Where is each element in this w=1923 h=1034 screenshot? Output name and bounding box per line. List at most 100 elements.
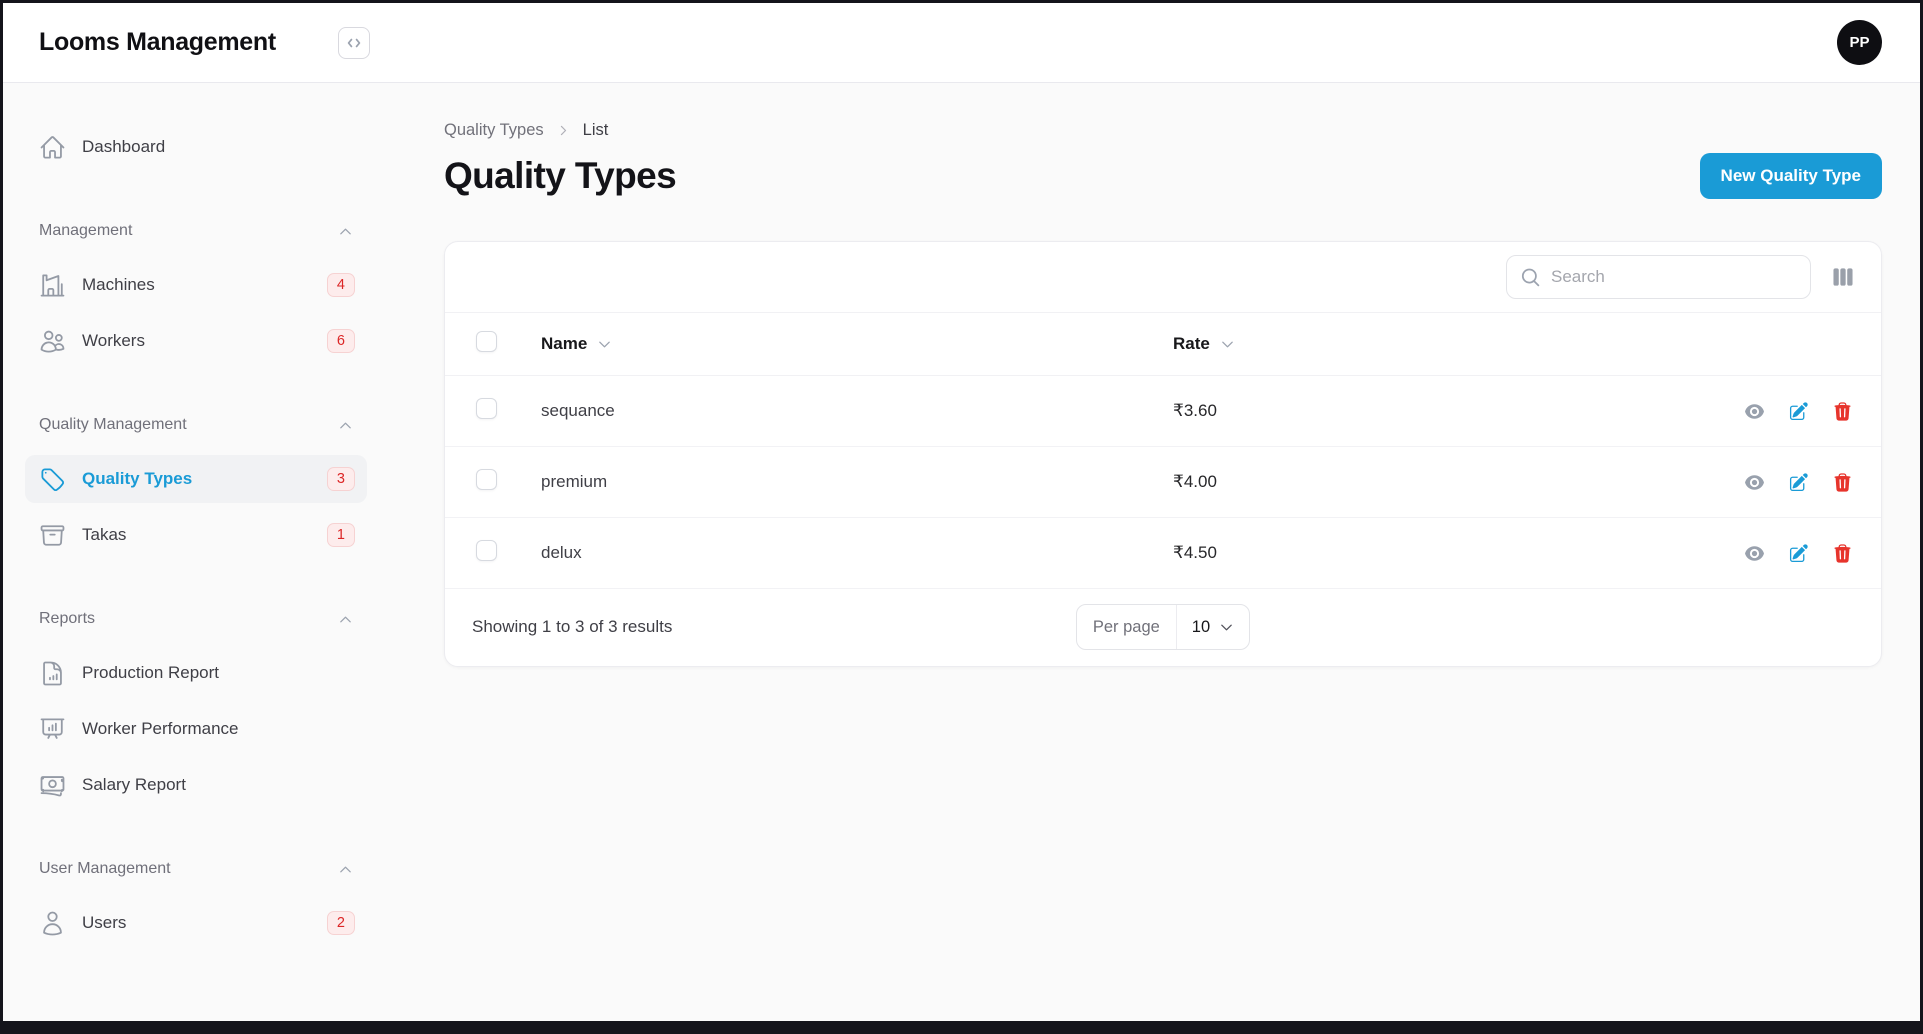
column-toggle-button[interactable]	[1830, 264, 1856, 290]
search-input[interactable]	[1551, 267, 1797, 287]
cell-rate: ₹4.00	[1173, 472, 1695, 492]
sidebar-item-worker-performance[interactable]: Worker Performance	[25, 705, 367, 753]
table-row[interactable]: delux ₹4.50	[445, 518, 1881, 589]
user-icon	[39, 910, 66, 937]
column-header-name[interactable]: Name	[541, 334, 1173, 354]
sidebar-item-quality-types[interactable]: Quality Types 3	[25, 455, 367, 503]
section-label: Reports	[39, 610, 95, 628]
cell-name: delux	[541, 543, 1173, 563]
view-columns-icon	[1830, 264, 1856, 290]
sidebar-item-label: Production Report	[82, 663, 219, 683]
section-label: Quality Management	[39, 416, 187, 434]
view-button[interactable]	[1744, 543, 1765, 564]
sidebar: Dashboard Management Machines 4 Workers …	[3, 83, 423, 1021]
eye-icon	[1744, 543, 1765, 564]
table-card: Name Rate sequance ₹3.60	[444, 241, 1882, 667]
edit-button[interactable]	[1788, 543, 1809, 564]
section-label: User Management	[39, 860, 171, 878]
row-checkbox[interactable]	[476, 540, 497, 561]
row-checkbox[interactable]	[476, 469, 497, 490]
sidebar-section-management: Management Machines 4 Workers 6	[25, 221, 367, 365]
sidebar-collapse-button[interactable]	[338, 27, 370, 59]
count-badge: 3	[327, 467, 355, 491]
sort-chevron-icon	[1220, 337, 1235, 352]
count-badge: 2	[327, 911, 355, 935]
sidebar-item-label: Machines	[82, 275, 155, 295]
chevron-up-icon	[338, 224, 353, 239]
section-header-reports[interactable]: Reports	[25, 609, 367, 629]
chevron-down-icon	[1219, 620, 1234, 635]
pencil-square-icon	[1788, 401, 1809, 422]
user-avatar[interactable]: PP	[1837, 20, 1882, 65]
row-checkbox[interactable]	[476, 398, 497, 419]
delete-button[interactable]	[1832, 401, 1853, 422]
view-button[interactable]	[1744, 401, 1765, 422]
app-window: Looms Management PP Dashboard Management	[0, 0, 1923, 1034]
count-badge: 1	[327, 523, 355, 547]
sidebar-item-production-report[interactable]: Production Report	[25, 649, 367, 697]
sidebar-section-quality-management: Quality Management Quality Types 3 Takas…	[25, 415, 367, 559]
sidebar-item-label: Workers	[82, 331, 145, 351]
table-row[interactable]: sequance ₹3.60	[445, 376, 1881, 447]
per-page-value: 10	[1192, 618, 1210, 637]
document-chart-icon	[39, 660, 66, 687]
select-all-checkbox[interactable]	[476, 331, 497, 352]
search-icon	[1520, 267, 1541, 288]
delete-button[interactable]	[1832, 472, 1853, 493]
table-footer: Showing 1 to 3 of 3 results Per page 10	[445, 589, 1881, 666]
new-quality-type-button[interactable]: New Quality Type	[1700, 153, 1882, 199]
section-header-user-management[interactable]: User Management	[25, 859, 367, 879]
count-badge: 6	[327, 329, 355, 353]
chevron-right-icon	[557, 124, 570, 137]
breadcrumb-parent-link[interactable]: Quality Types	[444, 121, 544, 140]
user-group-icon	[39, 328, 66, 355]
column-header-rate[interactable]: Rate	[1173, 334, 1695, 354]
section-header-quality-management[interactable]: Quality Management	[25, 415, 367, 435]
edit-button[interactable]	[1788, 401, 1809, 422]
cell-name: sequance	[541, 401, 1173, 421]
cell-rate: ₹3.60	[1173, 401, 1695, 421]
chevron-up-icon	[338, 418, 353, 433]
edit-button[interactable]	[1788, 472, 1809, 493]
sidebar-item-salary-report[interactable]: Salary Report	[25, 761, 367, 809]
delete-button[interactable]	[1832, 543, 1853, 564]
pencil-square-icon	[1788, 543, 1809, 564]
breadcrumb-current: List	[583, 121, 609, 140]
trash-icon	[1832, 543, 1853, 564]
chevron-up-icon	[338, 612, 353, 627]
main-content: Quality Types List Quality Types New Qua…	[423, 83, 1920, 1021]
factory-icon	[39, 272, 66, 299]
cell-rate: ₹4.50	[1173, 543, 1695, 563]
sidebar-item-machines[interactable]: Machines 4	[25, 261, 367, 309]
search-box	[1506, 255, 1811, 299]
breadcrumb: Quality Types List	[444, 121, 1882, 140]
sidebar-item-label: Dashboard	[82, 137, 165, 157]
sidebar-item-label: Worker Performance	[82, 719, 239, 739]
topbar: Looms Management PP	[3, 3, 1920, 83]
cell-name: premium	[541, 472, 1173, 492]
page-title: Quality Types	[444, 155, 676, 197]
count-badge: 4	[327, 273, 355, 297]
app-title: Looms Management	[39, 28, 276, 57]
tag-icon	[39, 466, 66, 493]
view-button[interactable]	[1744, 472, 1765, 493]
section-header-management[interactable]: Management	[25, 221, 367, 241]
pencil-square-icon	[1788, 472, 1809, 493]
results-summary: Showing 1 to 3 of 3 results	[469, 617, 1076, 637]
sidebar-item-label: Salary Report	[82, 775, 186, 795]
sidebar-item-workers[interactable]: Workers 6	[25, 317, 367, 365]
sidebar-section-reports: Reports Production Report Worker Perform…	[25, 609, 367, 809]
sidebar-item-label: Users	[82, 913, 126, 933]
per-page-select[interactable]: Per page 10	[1076, 604, 1250, 650]
sort-chevron-icon	[597, 337, 612, 352]
sidebar-item-users[interactable]: Users 2	[25, 899, 367, 947]
table-toolbar	[445, 242, 1881, 313]
eye-icon	[1744, 472, 1765, 493]
table-row[interactable]: premium ₹4.00	[445, 447, 1881, 518]
trash-icon	[1832, 401, 1853, 422]
sidebar-item-dashboard[interactable]: Dashboard	[25, 123, 367, 171]
section-label: Management	[39, 222, 132, 240]
archive-box-icon	[39, 522, 66, 549]
sidebar-item-takas[interactable]: Takas 1	[25, 511, 367, 559]
presentation-chart-icon	[39, 716, 66, 743]
